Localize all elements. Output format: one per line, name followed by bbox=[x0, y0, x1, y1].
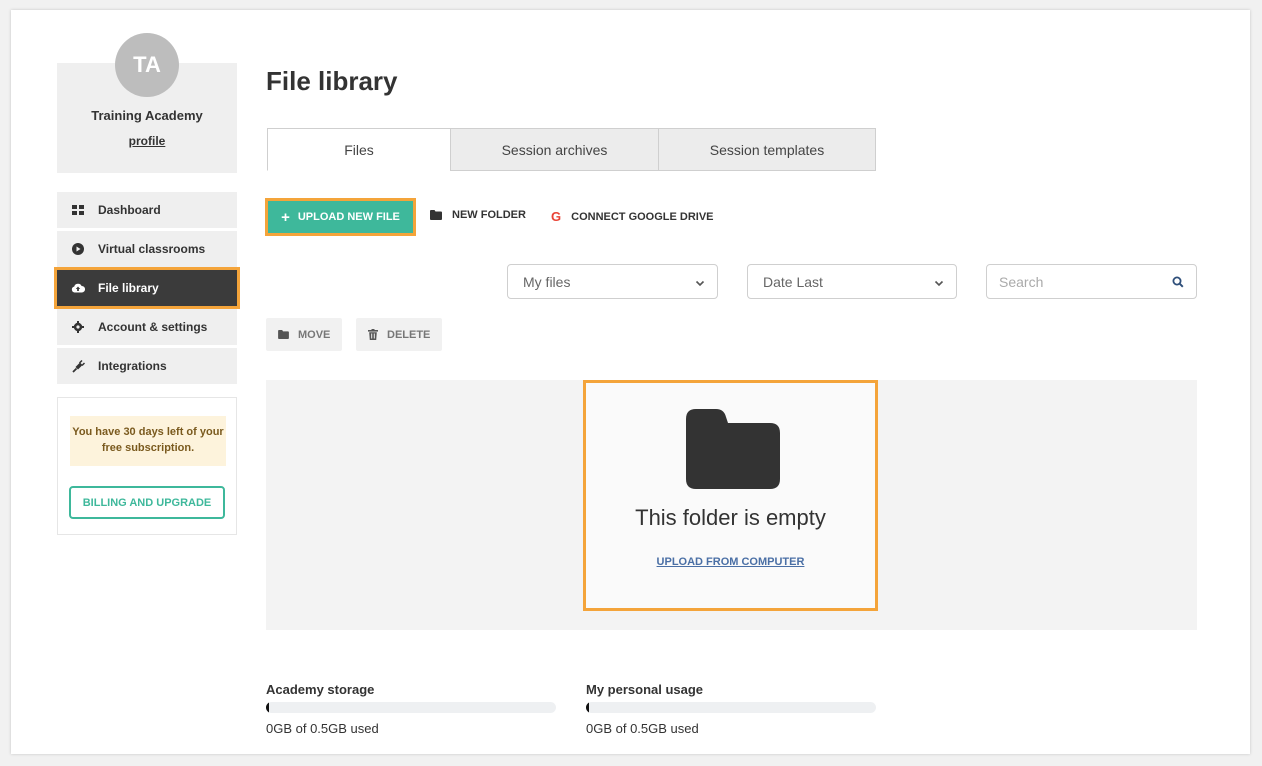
google-icon: G bbox=[551, 209, 562, 224]
move-button[interactable]: MOVE bbox=[266, 318, 343, 351]
cloud-icon bbox=[71, 281, 85, 295]
billing-upgrade-button[interactable]: BILLING AND UPGRADE bbox=[69, 486, 225, 519]
sidebar-item-label: File library bbox=[98, 281, 159, 295]
empty-state: This folder is empty UPLOAD FROM COMPUTE… bbox=[583, 380, 878, 611]
personal-usage-title: My personal usage bbox=[586, 682, 704, 697]
upload-label: UPLOAD NEW FILE bbox=[297, 211, 400, 223]
subscription-panel: You have 30 days left of your free subsc… bbox=[57, 397, 237, 535]
empty-state-message: This folder is empty bbox=[635, 505, 826, 530]
upload-new-file-button[interactable]: + UPLOAD NEW FILE bbox=[265, 198, 416, 236]
play-circle-icon bbox=[71, 242, 85, 256]
search-input[interactable] bbox=[987, 265, 1147, 298]
tab-label: Files bbox=[344, 141, 374, 158]
plug-icon bbox=[71, 359, 85, 373]
sidebar-item-virtual-classrooms[interactable]: Virtual classrooms bbox=[57, 231, 237, 267]
personal-usage-text: 0GB of 0.5GB used bbox=[586, 721, 699, 736]
chevron-down-icon bbox=[934, 275, 944, 291]
connect-google-drive-button[interactable]: G CONNECT GOOGLE DRIVE bbox=[551, 209, 714, 224]
new-folder-label: NEW FOLDER bbox=[452, 209, 526, 221]
delete-label: DELETE bbox=[387, 328, 431, 341]
avatar[interactable]: TA bbox=[115, 33, 179, 97]
academy-storage-bar bbox=[266, 702, 556, 713]
sidebar-item-integrations[interactable]: Integrations bbox=[57, 348, 237, 384]
owner-filter-select[interactable]: My files bbox=[507, 264, 718, 299]
profile-link[interactable]: profile bbox=[57, 134, 237, 148]
gear-icon bbox=[71, 320, 85, 334]
tab-label: Session templates bbox=[709, 141, 825, 158]
owner-filter-value: My files bbox=[523, 273, 571, 290]
sidebar-item-label: Dashboard bbox=[98, 203, 161, 217]
sidebar-item-label: Account & settings bbox=[98, 320, 208, 334]
sidebar-nav: Dashboard Virtual classrooms File librar… bbox=[54, 192, 240, 387]
profile-name: Training Academy bbox=[91, 108, 203, 123]
dashboard-icon bbox=[71, 203, 85, 217]
tab-files[interactable]: Files bbox=[267, 128, 451, 171]
chevron-down-icon bbox=[695, 275, 705, 291]
sort-select[interactable]: Date Last bbox=[747, 264, 957, 299]
sidebar-item-file-library[interactable]: File library bbox=[54, 267, 240, 309]
plus-icon: + bbox=[281, 208, 290, 226]
move-label: MOVE bbox=[298, 328, 331, 341]
folder-icon bbox=[686, 409, 780, 494]
personal-usage-bar bbox=[586, 702, 876, 713]
trash-icon bbox=[368, 329, 378, 340]
academy-storage-title: Academy storage bbox=[266, 682, 375, 697]
tab-label: Session archives bbox=[501, 141, 608, 158]
folder-icon bbox=[430, 210, 442, 220]
search-box bbox=[986, 264, 1197, 299]
folder-icon bbox=[278, 330, 289, 339]
upload-from-computer-link[interactable]: UPLOAD FROM COMPUTER bbox=[586, 556, 875, 568]
new-folder-button[interactable]: NEW FOLDER bbox=[430, 209, 526, 221]
tab-session-templates[interactable]: Session templates bbox=[658, 128, 876, 171]
sidebar-item-dashboard[interactable]: Dashboard bbox=[57, 192, 237, 228]
academy-storage-usage: 0GB of 0.5GB used bbox=[266, 721, 379, 736]
subscription-note: You have 30 days left of your free subsc… bbox=[70, 416, 226, 466]
google-drive-label: CONNECT GOOGLE DRIVE bbox=[571, 210, 714, 223]
tab-session-archives[interactable]: Session archives bbox=[450, 128, 659, 171]
sidebar-item-account-settings[interactable]: Account & settings bbox=[57, 309, 237, 345]
page-title: File library bbox=[266, 66, 398, 96]
delete-button[interactable]: DELETE bbox=[356, 318, 443, 351]
sort-value: Date Last bbox=[763, 273, 823, 290]
search-icon[interactable] bbox=[1172, 275, 1184, 293]
sidebar-item-label: Virtual classrooms bbox=[98, 242, 206, 256]
sidebar-item-label: Integrations bbox=[98, 359, 167, 373]
